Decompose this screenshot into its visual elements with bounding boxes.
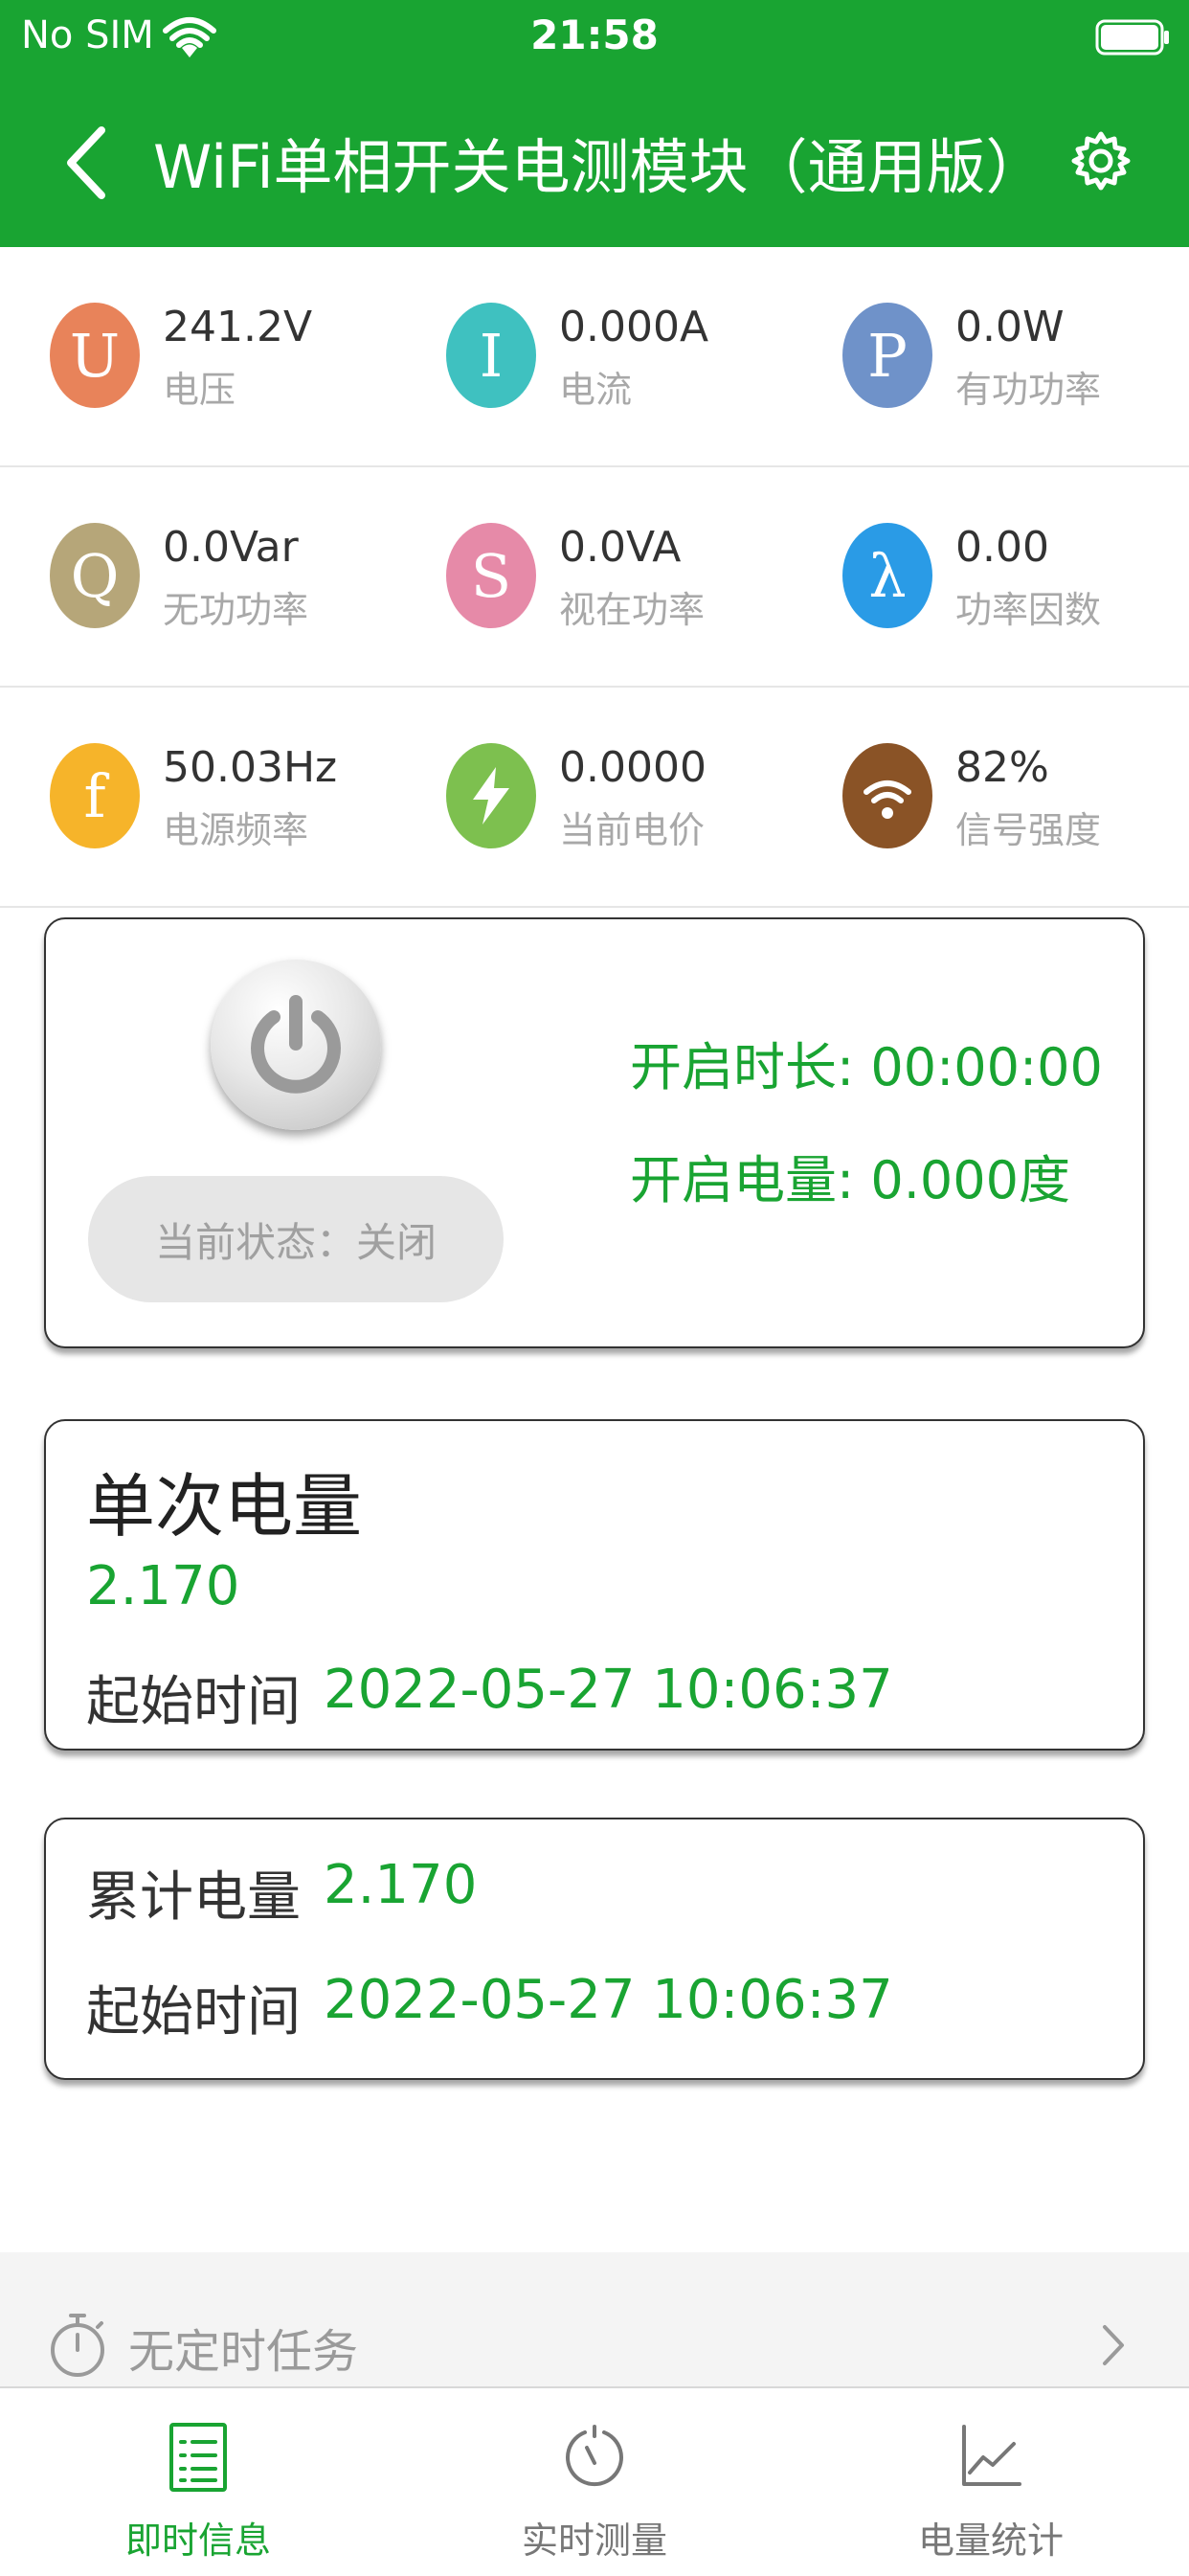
apparent-power-value: 0.0VA bbox=[559, 523, 682, 572]
metric-apparent-power: S 0.0VA 视在功率 bbox=[396, 467, 793, 688]
frequency-icon: f bbox=[50, 743, 140, 848]
gear-icon[interactable] bbox=[1070, 130, 1132, 192]
wifi-icon bbox=[842, 743, 932, 848]
signal-value: 82% bbox=[955, 743, 1049, 792]
reactive-power-value: 0.0Var bbox=[163, 523, 299, 572]
battery-icon bbox=[1095, 19, 1169, 56]
apparent-power-icon: S bbox=[446, 523, 536, 628]
price-label: 当前电价 bbox=[559, 809, 706, 851]
bolt-icon bbox=[446, 743, 536, 848]
tab-label: 电量统计 bbox=[917, 2520, 1064, 2562]
line-chart-icon bbox=[962, 2425, 1021, 2486]
signal-label: 信号强度 bbox=[955, 809, 1102, 851]
metric-power-factor: λ 0.00 功率因数 bbox=[793, 467, 1189, 688]
metrics-grid: U 241.2V 电压 I 0.000A 电流 P 0.0W 有功功率 Q 0.… bbox=[0, 247, 1189, 908]
stopwatch-icon bbox=[51, 2314, 104, 2377]
single-energy-title: 单次电量 bbox=[86, 1466, 363, 1547]
list-icon bbox=[169, 2423, 227, 2492]
status-badge: 当前状态：关闭 bbox=[88, 1176, 504, 1302]
frequency-label: 电源频率 bbox=[163, 809, 309, 851]
metric-frequency: f 50.03Hz 电源频率 bbox=[0, 688, 396, 908]
voltage-value: 241.2V bbox=[163, 303, 313, 351]
power-factor-label: 功率因数 bbox=[955, 589, 1102, 631]
power-toggle-button[interactable] bbox=[211, 960, 381, 1130]
single-start-label: 起始时间 bbox=[86, 1671, 301, 1733]
active-power-label: 有功功率 bbox=[955, 369, 1102, 411]
power-icon bbox=[251, 995, 341, 1094]
total-energy-value: 2.170 bbox=[324, 1854, 478, 1916]
header: No SIM 21:58 WiFi单相开关电测模块（通用版） bbox=[0, 0, 1189, 247]
metric-reactive-power: Q 0.0Var 无功功率 bbox=[0, 467, 396, 688]
single-start-value: 2022-05-27 10:06:37 bbox=[324, 1659, 893, 1721]
voltage-icon: U bbox=[50, 303, 140, 408]
active-power-value: 0.0W bbox=[955, 303, 1065, 351]
tab-energy-stats[interactable]: 电量统计 bbox=[793, 2388, 1189, 2576]
back-chevron-icon[interactable] bbox=[59, 124, 117, 201]
total-start-label: 起始时间 bbox=[86, 1981, 301, 2044]
active-power-icon: P bbox=[842, 303, 932, 408]
price-value: 0.0000 bbox=[559, 743, 707, 792]
metric-active-power: P 0.0W 有功功率 bbox=[793, 247, 1189, 467]
metrics-row-1: U 241.2V 电压 I 0.000A 电流 P 0.0W 有功功率 bbox=[0, 247, 1189, 467]
tab-label: 即时信息 bbox=[124, 2520, 271, 2562]
metric-price: 0.0000 当前电价 bbox=[396, 688, 793, 908]
current-value: 0.000A bbox=[559, 303, 709, 351]
page-title: WiFi单相开关电测模块（通用版） bbox=[153, 132, 1045, 202]
apparent-power-label: 视在功率 bbox=[559, 589, 706, 631]
total-energy-label: 累计电量 bbox=[86, 1866, 301, 1929]
power-factor-value: 0.00 bbox=[955, 523, 1049, 572]
power-factor-icon: λ bbox=[842, 523, 932, 628]
reactive-power-icon: Q bbox=[50, 523, 140, 628]
reactive-power-label: 无功功率 bbox=[163, 589, 309, 631]
chevron-right-icon bbox=[1103, 2325, 1124, 2365]
gauge-icon bbox=[566, 2425, 623, 2487]
single-energy-value: 2.170 bbox=[86, 1555, 240, 1617]
metric-current: I 0.000A 电流 bbox=[396, 247, 793, 467]
metrics-row-2: Q 0.0Var 无功功率 S 0.0VA 视在功率 λ 0.00 功率因数 bbox=[0, 467, 1189, 688]
timer-task-row[interactable]: 无定时任务 bbox=[0, 2252, 1189, 2386]
metric-voltage: U 241.2V 电压 bbox=[0, 247, 396, 467]
voltage-label: 电压 bbox=[163, 369, 236, 411]
power-control-card: 当前状态：关闭 开启时长: 00:00:00 开启电量: 0.000度 bbox=[44, 917, 1145, 1348]
status-bar: No SIM 21:58 bbox=[0, 0, 1189, 80]
current-label: 电流 bbox=[559, 369, 633, 411]
metrics-row-3: f 50.03Hz 电源频率 0.0000 当前电价 82% 信号强度 bbox=[0, 688, 1189, 908]
metric-signal: 82% 信号强度 bbox=[793, 688, 1189, 908]
single-energy-card: 单次电量 2.170 起始时间 2022-05-27 10:06:37 bbox=[44, 1419, 1145, 1751]
tab-instant-info[interactable]: 即时信息 bbox=[0, 2388, 396, 2576]
on-duration-text: 开启时长: 00:00:00 bbox=[630, 1037, 1103, 1097]
total-start-value: 2022-05-27 10:06:37 bbox=[324, 1969, 893, 2031]
tab-label: 实时测量 bbox=[521, 2520, 667, 2562]
frequency-value: 50.03Hz bbox=[163, 743, 338, 792]
total-energy-card: 累计电量 2.170 起始时间 2022-05-27 10:06:37 bbox=[44, 1818, 1145, 2080]
timer-task-text: 无定时任务 bbox=[128, 2325, 359, 2379]
current-icon: I bbox=[446, 303, 536, 408]
clock: 21:58 bbox=[530, 11, 659, 58]
on-energy-text: 开启电量: 0.000度 bbox=[630, 1150, 1070, 1210]
tab-realtime-measure[interactable]: 实时测量 bbox=[396, 2388, 793, 2576]
tab-bar: 即时信息 实时测量 电量统计 bbox=[0, 2386, 1189, 2574]
